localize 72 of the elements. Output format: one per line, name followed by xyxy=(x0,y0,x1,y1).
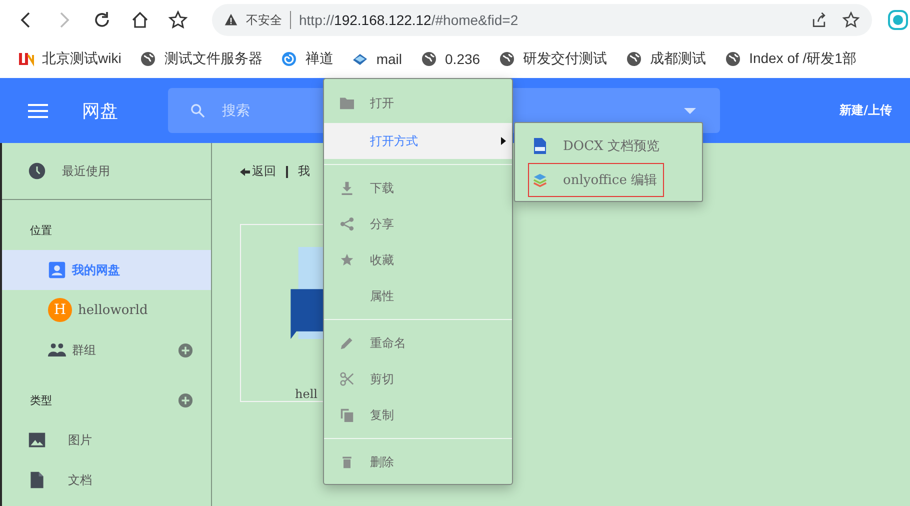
globe-icon xyxy=(140,51,156,67)
menu-item[interactable]: 打开方式 xyxy=(324,123,512,159)
globe-icon xyxy=(499,51,516,67)
back-link[interactable]: 返回 xyxy=(240,163,276,180)
submenu-arrow-icon xyxy=(501,137,506,145)
image-icon xyxy=(28,431,46,449)
reload-icon[interactable] xyxy=(92,10,112,30)
sidebar-item[interactable]: 图片 xyxy=(2,420,211,460)
copy-icon xyxy=(340,408,354,422)
globe-icon xyxy=(421,51,438,67)
brand-logo-icon xyxy=(18,51,34,67)
sidebar-label: 群组 xyxy=(72,342,97,358)
security-label: 不安全 xyxy=(246,12,282,28)
bookmark-link[interactable]: 研发交付测试 xyxy=(523,50,608,68)
folder-icon xyxy=(340,96,354,110)
bookmark-link[interactable]: 禅道 xyxy=(305,50,334,68)
sidebar-item[interactable]: 最近使用 xyxy=(2,143,211,200)
pencil-icon xyxy=(340,336,354,350)
add-icon[interactable] xyxy=(178,392,193,408)
menu-item[interactable]: 打开 xyxy=(324,83,512,123)
bookmark-link[interactable]: 测试文件服务器 xyxy=(164,50,262,68)
sidebar-item[interactable]: 群组 xyxy=(2,330,211,370)
layers-icon xyxy=(533,172,547,188)
app-title: 网盘 xyxy=(82,100,119,122)
docx-file-icon xyxy=(533,138,547,154)
favorite-star-icon[interactable] xyxy=(842,11,860,29)
bookmark-link[interactable]: mail xyxy=(376,51,402,67)
new-upload-button[interactable]: 新建/上传 xyxy=(840,96,892,125)
sidebar-item[interactable]: H helloworld xyxy=(2,290,211,330)
sidebar-label: 文档 xyxy=(68,472,93,488)
globe-icon xyxy=(725,51,742,67)
address-bar[interactable]: 不安全 http://192.168.122.12/#home&fid=2 xyxy=(212,4,872,36)
share-icon[interactable] xyxy=(810,11,828,29)
menu-item[interactable]: DOCX 文档预览 xyxy=(528,129,664,163)
share-icon xyxy=(340,217,354,231)
scissors-icon xyxy=(340,372,354,386)
sidebar-label: 最近使用 xyxy=(62,162,110,180)
bookmark-link[interactable]: Index of /研发1部 xyxy=(749,50,856,68)
home-icon[interactable] xyxy=(130,10,150,30)
file-icon xyxy=(28,471,46,489)
menu-item[interactable]: 删除 xyxy=(324,444,512,480)
mail-logo-icon xyxy=(352,51,368,67)
menu-item[interactable]: 下载 xyxy=(324,170,512,206)
bookmark-link[interactable]: 0.236 xyxy=(445,51,480,67)
bookmark-star-icon[interactable] xyxy=(168,10,188,30)
search-icon xyxy=(190,103,205,118)
warning-icon xyxy=(224,13,238,27)
bookmark-link[interactable]: 北京测试wiki xyxy=(42,50,122,68)
back-arrow-icon xyxy=(240,166,250,176)
globe-icon xyxy=(626,51,642,67)
section-heading: 类型 xyxy=(30,392,52,408)
swirl-logo-icon xyxy=(281,51,298,67)
sidebar-item[interactable]: 我的网盘 xyxy=(2,250,211,290)
section-heading: 位置 xyxy=(30,222,52,238)
trash-icon xyxy=(340,455,354,469)
group-icon xyxy=(48,341,66,359)
star-icon xyxy=(340,253,354,267)
account-icon xyxy=(48,261,66,279)
sidebar-label: 图片 xyxy=(68,432,93,448)
breadcrumb-item[interactable]: 我 xyxy=(298,163,310,180)
add-icon[interactable] xyxy=(178,342,193,358)
download-icon xyxy=(340,181,354,195)
sidebar-label: 我的网盘 xyxy=(72,262,121,278)
url-text: http://192.168.122.12/#home&fid=2 xyxy=(299,12,518,28)
menu-icon[interactable] xyxy=(28,102,48,118)
menu-item[interactable]: onlyoffice 编辑 xyxy=(528,163,664,197)
sidebar-label: helloworld xyxy=(78,302,149,318)
bookmark-link[interactable]: 成都测试 xyxy=(650,50,706,68)
sidebar-item[interactable]: 文档 xyxy=(2,460,211,500)
user-avatar: H xyxy=(48,298,72,322)
file-name: hell xyxy=(295,387,318,401)
clock-icon xyxy=(28,162,46,180)
